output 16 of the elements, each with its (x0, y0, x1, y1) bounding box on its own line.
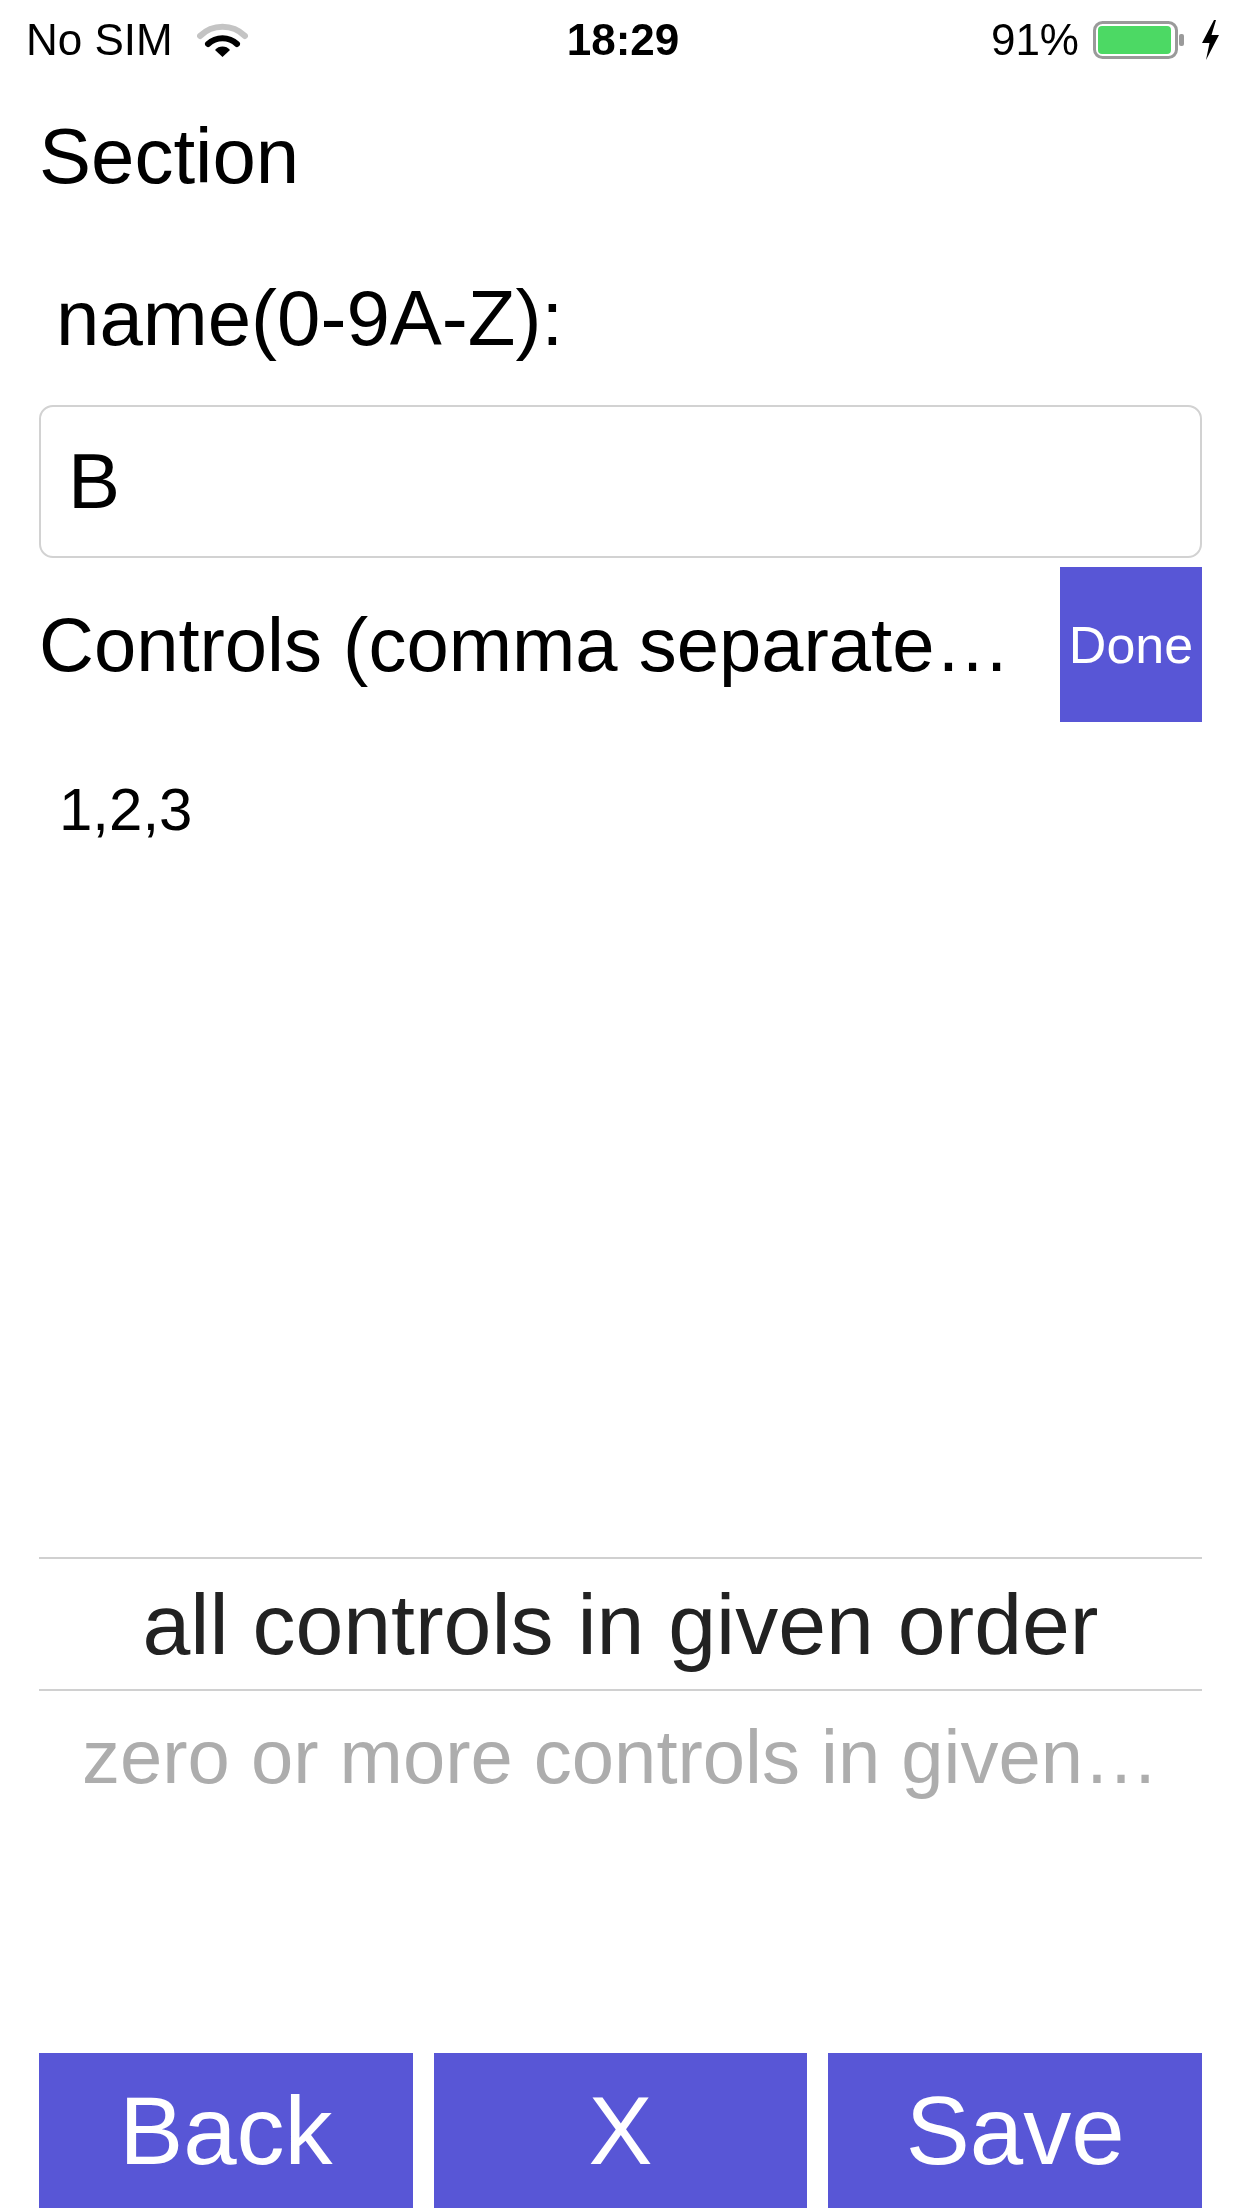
battery-percent: 91% (990, 15, 1079, 65)
section-title: Section (39, 111, 300, 202)
controls-label: Controls (comma separate… (39, 600, 1011, 689)
back-button[interactable]: Back (39, 2053, 413, 2208)
clock-time: 18:29 (566, 15, 680, 65)
save-button[interactable]: Save (828, 2053, 1202, 2208)
picker-option[interactable]: all controls in given order (39, 1557, 1202, 1691)
done-button[interactable]: Done (1060, 567, 1202, 722)
controls-text-field[interactable]: 1,2,3 (59, 774, 193, 846)
name-input-field[interactable]: B (39, 405, 1202, 558)
x-button[interactable]: X (433, 2053, 808, 2208)
carrier-label: No SIM (26, 15, 173, 65)
wifi-icon (196, 22, 248, 58)
charging-bolt-icon (1201, 20, 1220, 60)
battery-icon (1093, 21, 1185, 59)
name-label: name(0-9A-Z): (56, 273, 564, 364)
